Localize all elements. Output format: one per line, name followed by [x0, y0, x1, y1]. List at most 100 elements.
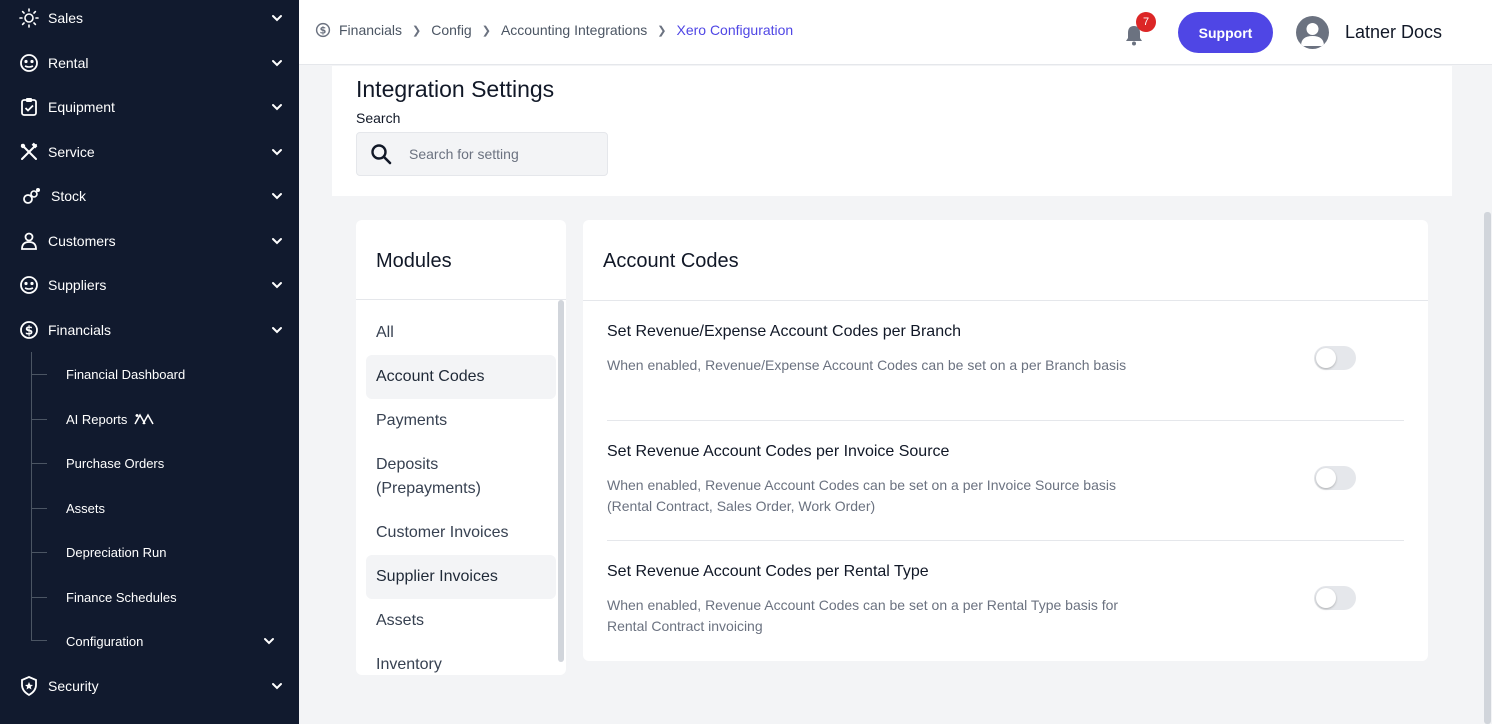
- breadcrumb-accounting-integrations[interactable]: Accounting Integrations: [501, 22, 647, 38]
- chevron-right-icon: ❯: [412, 24, 422, 37]
- chevron-down-icon: [272, 149, 282, 156]
- sun-icon: [19, 8, 39, 28]
- search-label: Search: [356, 110, 401, 126]
- sidebar-item-stock[interactable]: Stock: [0, 176, 299, 216]
- setting-row: Set Revenue/Expense Account Codes per Br…: [607, 301, 1404, 421]
- setting-toggle[interactable]: [1314, 586, 1356, 610]
- sidebar-sub-depreciation-run[interactable]: Depreciation Run: [0, 534, 299, 570]
- sidebar-item-label: Suppliers: [48, 277, 107, 293]
- module-item-account-codes[interactable]: Account Codes: [366, 355, 556, 399]
- sidebar-sub-label: Purchase Orders: [66, 455, 165, 471]
- sidebar-item-label: Equipment: [48, 99, 115, 115]
- sidebar-sub-label: Assets: [66, 500, 106, 516]
- clipboard-icon: [19, 97, 39, 117]
- page-scrollbar[interactable]: [1484, 212, 1491, 724]
- sidebar-sub-configuration[interactable]: Configuration: [0, 623, 299, 659]
- module-item-inventory[interactable]: Inventory: [366, 653, 556, 675]
- module-item-customer-invoices[interactable]: Customer Invoices: [366, 521, 556, 545]
- sidebar-item-label: Service: [48, 144, 95, 160]
- sidebar-item-label: Security: [48, 678, 99, 694]
- modules-header: Modules: [356, 220, 566, 300]
- sidebar-item-security[interactable]: Security: [0, 666, 299, 706]
- setting-title: Set Revenue Account Codes per Rental Typ…: [607, 563, 929, 580]
- chevron-down-icon: [272, 683, 282, 690]
- user-avatar-icon: [1301, 23, 1324, 46]
- modules-scrollbar[interactable]: [558, 300, 564, 662]
- top-header: $ Financials ❯ Config ❯ Accounting Integ…: [299, 0, 1492, 65]
- stock-icon: [22, 186, 42, 206]
- chevron-down-icon: [264, 638, 274, 645]
- modules-card: Modules All Account Codes Payments Depos…: [356, 220, 566, 675]
- chevron-down-icon: [272, 60, 282, 67]
- sidebar-sub-label: Depreciation Run: [66, 544, 167, 560]
- financials-icon: $: [19, 320, 39, 340]
- sidebar-item-label: Rental: [48, 55, 89, 71]
- chevron-down-icon: [272, 15, 282, 22]
- chevron-down-icon: [272, 238, 282, 245]
- user-name[interactable]: Latner Docs: [1345, 22, 1442, 43]
- sidebar-sub-label: AI Reports: [66, 411, 128, 427]
- sidebar-sub-finance-schedules[interactable]: Finance Schedules: [0, 579, 299, 615]
- setting-title: Set Revenue Account Codes per Invoice So…: [607, 443, 950, 460]
- module-item-all[interactable]: All: [366, 321, 556, 345]
- toggle-knob: [1316, 588, 1336, 608]
- toggle-knob: [1316, 348, 1336, 368]
- sidebar-sub-assets[interactable]: Assets: [0, 490, 299, 526]
- sidebar-sub-ai-reports[interactable]: AI Reports: [0, 401, 299, 437]
- financials-icon: $: [315, 22, 331, 38]
- search-icon: [371, 144, 392, 165]
- sidebar-item-sales[interactable]: Sales: [0, 0, 299, 38]
- account-codes-card: Account Codes Set Revenue/Expense Accoun…: [583, 220, 1428, 661]
- avatar[interactable]: [1296, 16, 1329, 49]
- breadcrumb-config[interactable]: Config: [431, 22, 471, 38]
- setting-description: When enabled, Revenue/Expense Account Co…: [607, 357, 1127, 373]
- breadcrumb-financials[interactable]: Financials: [339, 22, 402, 38]
- sidebar-item-service[interactable]: Service: [0, 132, 299, 172]
- page-title: Integration Settings: [356, 76, 555, 102]
- tools-icon: [19, 142, 39, 162]
- setting-title: Set Revenue/Expense Account Codes per Br…: [607, 323, 961, 340]
- notification-badge: 7: [1136, 12, 1156, 32]
- chevron-down-icon: [272, 282, 282, 289]
- account-codes-header: Account Codes: [583, 220, 1428, 301]
- suppliers-icon: [19, 275, 39, 295]
- breadcrumb: $ Financials ❯ Config ❯ Accounting Integ…: [315, 22, 793, 38]
- sidebar-item-rental[interactable]: Rental: [0, 43, 299, 83]
- breadcrumb-current: Xero Configuration: [676, 22, 794, 38]
- module-item-supplier-invoices[interactable]: Supplier Invoices: [366, 555, 556, 599]
- setting-toggle[interactable]: [1314, 466, 1356, 490]
- sidebar-item-suppliers[interactable]: Suppliers: [0, 265, 299, 305]
- setting-toggle[interactable]: [1314, 346, 1356, 370]
- account-codes-title: Account Codes: [603, 250, 739, 272]
- integration-settings-panel: Integration Settings Search: [332, 66, 1452, 196]
- chevron-right-icon: ❯: [481, 24, 491, 37]
- sidebar-item-label: Sales: [48, 10, 84, 26]
- sidebar-item-equipment[interactable]: Equipment: [0, 87, 299, 127]
- chevron-down-icon: [272, 104, 282, 111]
- sidebar-sub-financial-dashboard[interactable]: Financial Dashboard: [0, 356, 299, 392]
- sidebar-item-label: Financials: [48, 322, 112, 338]
- ai-sparkle-icon: [134, 413, 154, 425]
- rental-icon: [19, 53, 39, 73]
- sidebar-sub-label: Financial Dashboard: [66, 366, 186, 382]
- module-item-payments[interactable]: Payments: [366, 409, 556, 433]
- sidebar-sub-purchase-orders[interactable]: Purchase Orders: [0, 445, 299, 481]
- sidebar-sub-label: Finance Schedules: [66, 589, 177, 605]
- setting-description: When enabled, Revenue Account Codes can …: [607, 477, 1116, 514]
- module-item-assets[interactable]: Assets: [366, 609, 556, 633]
- svg-text:$: $: [25, 324, 33, 338]
- chevron-down-icon: [272, 327, 282, 334]
- sidebar-item-label: Stock: [51, 188, 87, 204]
- sidebar-item-customers[interactable]: Customers: [0, 221, 299, 261]
- setting-description: When enabled, Revenue Account Codes can …: [607, 597, 1119, 634]
- search-input[interactable]: [409, 143, 599, 165]
- setting-row: Set Revenue Account Codes per Rental Typ…: [607, 541, 1404, 661]
- chevron-down-icon: [272, 193, 282, 200]
- sidebar-sub-label: Configuration: [66, 633, 144, 649]
- sidebar-item-financials[interactable]: $ Financials: [0, 310, 299, 350]
- setting-row: Set Revenue Account Codes per Invoice So…: [607, 421, 1404, 541]
- sidebar: Sales Rental Equipment Service Stock Cus: [0, 0, 299, 724]
- module-item-deposits[interactable]: Deposits (Prepayments): [366, 453, 516, 501]
- user-icon: [19, 231, 39, 251]
- support-button[interactable]: Support: [1178, 12, 1273, 53]
